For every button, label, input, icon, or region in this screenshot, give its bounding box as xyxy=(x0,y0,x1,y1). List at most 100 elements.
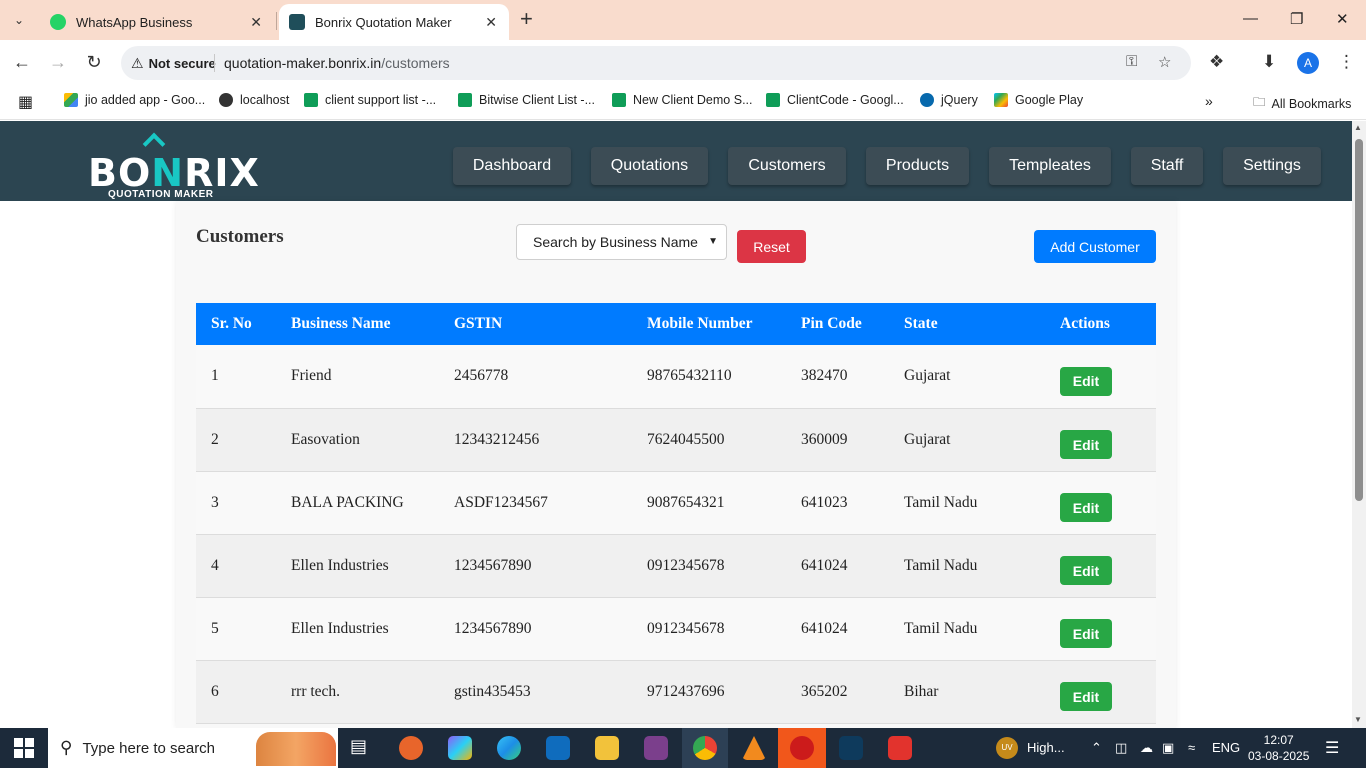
scroll-up-icon[interactable]: ▲ xyxy=(1354,123,1362,132)
bookmark-item[interactable]: jio added app - Goo... xyxy=(64,93,205,107)
back-arrow-icon[interactable]: ← xyxy=(10,52,34,73)
reload-icon[interactable]: ↻ xyxy=(82,52,106,73)
extensions-puzzle-icon[interactable]: ❖ xyxy=(1209,52,1224,72)
bookmark-item[interactable]: New Client Demo S... xyxy=(612,93,752,107)
vlc-icon[interactable] xyxy=(742,736,766,760)
copilot-icon[interactable] xyxy=(448,736,472,760)
taskbar-search[interactable]: ⚲ Type here to search xyxy=(48,728,338,768)
nav-quotations[interactable]: Quotations xyxy=(591,147,708,185)
tab-search-chevron-icon[interactable]: ⌄ xyxy=(6,8,32,32)
page-scrollbar[interactable]: ▲ ▼ xyxy=(1352,121,1366,728)
nav-customers[interactable]: Customers xyxy=(728,147,846,185)
cell-state: Tamil Nadu xyxy=(889,534,1045,598)
scroll-down-icon[interactable]: ▼ xyxy=(1354,715,1362,724)
edit-button[interactable]: Edit xyxy=(1060,619,1112,648)
apps-grid-icon[interactable]: ▦ xyxy=(18,92,33,112)
table-row: 6 rrr tech. gstin435453 9712437696 36520… xyxy=(196,660,1156,724)
add-customer-button[interactable]: Add Customer xyxy=(1034,230,1156,263)
windows-start-icon[interactable] xyxy=(14,738,34,758)
download-icon[interactable]: ⬇ xyxy=(1262,52,1276,72)
network-icon[interactable]: ▣ xyxy=(1162,740,1174,756)
windows-taskbar: ⚲ Type here to search ▤ UV High... ⌃ ◫ ☁… xyxy=(0,728,1366,768)
bonrix-logo[interactable]: BONRIX QUOTATION MAKER xyxy=(88,131,259,200)
new-tab-plus-icon[interactable]: + xyxy=(520,8,533,30)
table-row: 3 BALA PACKING ASDF1234567 9087654321 64… xyxy=(196,471,1156,535)
minimize-icon[interactable]: — xyxy=(1243,10,1258,27)
cell-state: Tamil Nadu xyxy=(889,597,1045,661)
scrollbar-thumb[interactable] xyxy=(1355,139,1363,501)
tray-chevron-up-icon[interactable]: ⌃ xyxy=(1091,740,1102,756)
firefox-icon[interactable] xyxy=(399,736,423,760)
edge-icon[interactable] xyxy=(497,736,521,760)
restore-icon[interactable]: ❐ xyxy=(1290,10,1303,28)
cell-mobile: 0912345678 xyxy=(632,597,786,661)
omnibox-divider xyxy=(214,54,215,72)
nav-settings[interactable]: Settings xyxy=(1223,147,1321,185)
nav-products[interactable]: Products xyxy=(866,147,969,185)
bookmark-item[interactable]: ClientCode - Googl... xyxy=(766,93,904,107)
cell-actions: Edit xyxy=(1045,534,1156,598)
notification-icon[interactable]: ☰ xyxy=(1325,738,1339,758)
reset-button[interactable]: Reset xyxy=(737,230,806,263)
cell-state: Gujarat xyxy=(889,345,1045,409)
bookmark-item[interactable]: Bitwise Client List -... xyxy=(458,93,595,107)
weather-badge[interactable]: UV xyxy=(996,737,1018,759)
nav-staff[interactable]: Staff xyxy=(1131,147,1203,185)
cell-pin: 641024 xyxy=(786,534,889,598)
cell-business: BALA PACKING xyxy=(276,471,439,535)
close-icon[interactable]: ✕ xyxy=(250,14,262,31)
kebab-menu-icon[interactable]: ⋮ xyxy=(1338,52,1355,72)
tab-title: WhatsApp Business xyxy=(76,14,193,30)
terminal-icon[interactable] xyxy=(839,736,863,760)
language-indicator[interactable]: ENG xyxy=(1212,740,1240,755)
bookmark-star-icon[interactable]: ☆ xyxy=(1158,53,1171,71)
more-bookmarks-chevron-icon[interactable]: » xyxy=(1205,93,1213,109)
weather-text[interactable]: High... xyxy=(1027,740,1065,755)
anydesk-icon[interactable] xyxy=(888,736,912,760)
profile-avatar[interactable]: A xyxy=(1297,52,1319,74)
google-sheets-icon xyxy=(304,93,318,107)
search-by-select[interactable]: Search by Business Name ▼ xyxy=(516,224,727,260)
tab-whatsapp[interactable]: WhatsApp Business ✕ xyxy=(38,4,274,40)
file-explorer-icon[interactable] xyxy=(595,736,619,760)
meet-now-icon[interactable]: ◫ xyxy=(1115,740,1127,756)
all-bookmarks[interactable]: 🗀 All Bookmarks xyxy=(1253,93,1351,114)
edit-button[interactable]: Edit xyxy=(1060,366,1112,396)
tab-divider xyxy=(276,12,277,30)
url-text[interactable]: quotation-maker.bonrix.in/customers xyxy=(224,55,450,71)
winrar-icon[interactable] xyxy=(644,736,668,760)
clock[interactable]: 12:07 03-08-2025 xyxy=(1248,732,1309,764)
forward-arrow-icon[interactable]: → xyxy=(46,52,70,73)
bookmark-label: ClientCode - Googl... xyxy=(787,93,904,107)
bookmark-item[interactable]: localhost xyxy=(219,93,289,107)
edit-button[interactable]: Edit xyxy=(1060,430,1112,459)
cell-business: Friend xyxy=(276,345,439,409)
password-key-icon[interactable]: ⚿ xyxy=(1126,53,1137,70)
security-chip[interactable]: ⚠ Not secure xyxy=(131,55,216,72)
cell-sr: 6 xyxy=(196,660,276,724)
chrome-icon[interactable] xyxy=(693,736,717,760)
bookmark-label: client support list -... xyxy=(325,93,437,107)
outlook-icon[interactable] xyxy=(546,736,570,760)
bookmark-item[interactable]: Google Play xyxy=(994,93,1083,107)
close-icon[interactable]: ✕ xyxy=(485,14,497,31)
bookmark-item[interactable]: jQuery xyxy=(920,93,978,107)
address-bar[interactable]: ⚠ Not secure quotation-maker.bonrix.in/c… xyxy=(121,46,1191,80)
opera-icon[interactable] xyxy=(790,736,814,760)
cell-actions: Edit xyxy=(1045,597,1156,661)
jquery-icon xyxy=(920,93,934,107)
nav-templates[interactable]: Templeates xyxy=(989,147,1111,185)
cell-actions: Edit xyxy=(1045,345,1156,409)
bookmark-item[interactable]: client support list -... xyxy=(304,93,436,107)
browser-tab-bar: ⌄ WhatsApp Business ✕ Bonrix Quotation M… xyxy=(0,0,1366,40)
edit-button[interactable]: Edit xyxy=(1060,682,1112,711)
edit-button[interactable]: Edit xyxy=(1060,556,1112,585)
wifi-icon[interactable]: ≈ xyxy=(1188,740,1195,755)
tab-bonrix[interactable]: Bonrix Quotation Maker ✕ xyxy=(279,4,509,40)
task-view-icon[interactable]: ▤ xyxy=(350,736,367,757)
cell-pin: 382470 xyxy=(786,345,889,409)
window-close-icon[interactable]: ✕ xyxy=(1336,10,1349,28)
edit-button[interactable]: Edit xyxy=(1060,493,1112,522)
onedrive-cloud-icon[interactable]: ☁ xyxy=(1140,740,1153,756)
nav-dashboard[interactable]: Dashboard xyxy=(453,147,571,185)
